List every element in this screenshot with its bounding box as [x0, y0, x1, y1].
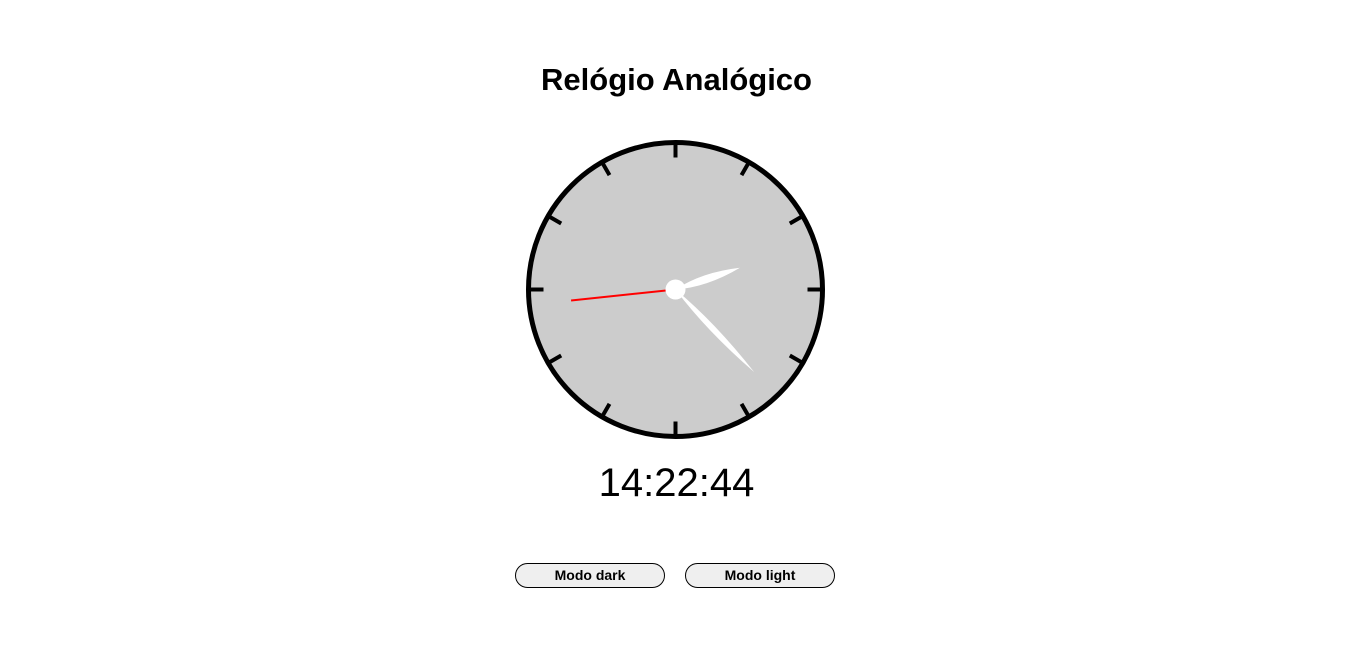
- analog-clock: [525, 139, 826, 440]
- digital-time: 14:22:44: [598, 461, 755, 505]
- clock-face-svg: [526, 140, 825, 439]
- clock-center-cap: [665, 279, 686, 300]
- page-title: Relógio Analógico: [541, 62, 812, 97]
- dark-mode-button[interactable]: Modo dark: [515, 563, 665, 588]
- light-mode-button[interactable]: Modo light: [685, 563, 835, 588]
- page: Relógio Analógico 14:22:44 Modo dark Mod…: [0, 0, 1353, 651]
